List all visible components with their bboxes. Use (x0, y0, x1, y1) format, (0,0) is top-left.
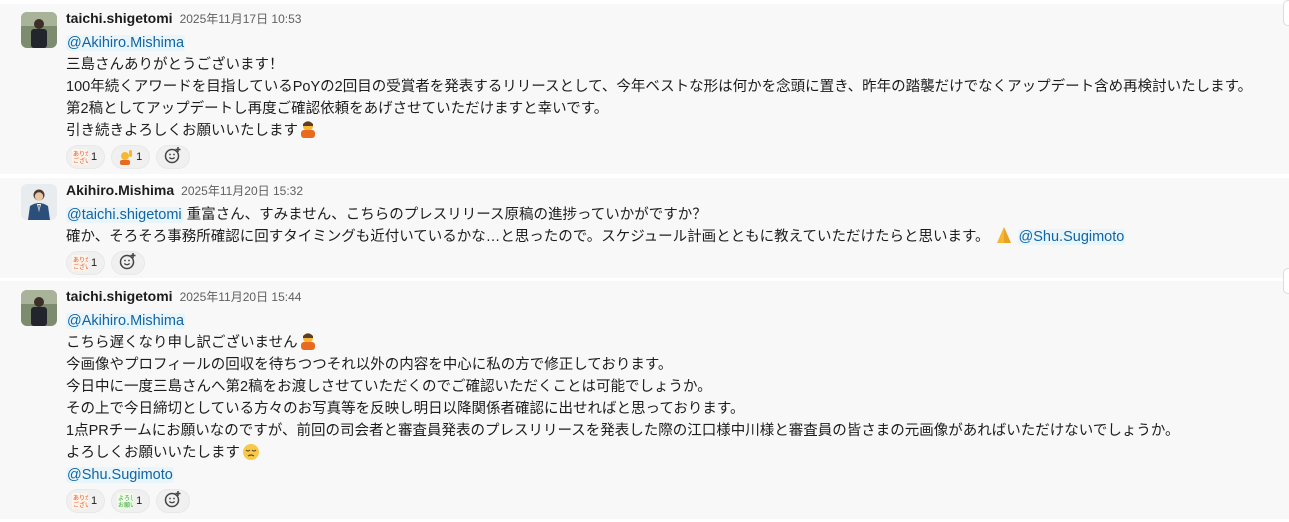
avatar[interactable] (21, 12, 57, 48)
user-mention[interactable]: @Shu.Sugimoto (66, 467, 174, 483)
reaction-count: 1 (136, 151, 143, 163)
add-emoji-icon (164, 490, 182, 512)
message[interactable]: Akihiro.Mishima 2025年11月20日 15:32 @taich… (0, 178, 1289, 278)
reaction-pill[interactable]: ありがとございま 1 (66, 251, 106, 275)
message-text: 三島さんありがとうございます！ (66, 57, 284, 73)
folded-hands-icon (994, 226, 1014, 244)
message-text: 重富さん、すみません、こちらのプレスリリース原稿の進捗っていかがですか？ (182, 207, 707, 223)
arigatou-gozaimasu-stamp-icon: ありがとございま (72, 149, 88, 165)
reaction-pill[interactable]: よろしお願い 1 (111, 489, 151, 513)
svg-text:ありがと: ありがと (73, 150, 88, 158)
message-text: 今画像やプロフィールの回収を待ちつつそれ以外の内容を中心に私の方で修正しておりま… (66, 357, 673, 373)
svg-text:お願い: お願い (118, 502, 133, 509)
reaction-count: 1 (91, 495, 98, 507)
arigatou-gozaimasu-stamp-icon: ありがとございま (72, 493, 88, 509)
reaction-count: 1 (136, 495, 143, 507)
reaction-pill[interactable]: ありがとございま 1 (66, 145, 106, 169)
message-text: 確か、そろそろ事務所確認に回すタイミングも近付いているかな…と思ったので。スケジ… (66, 229, 990, 245)
message-text: 今日中に一度三島さんへ第2稿をお渡しさせていただくのでご確認いただくことは可能で… (66, 379, 712, 395)
svg-text:ございま: ございま (73, 501, 88, 509)
svg-text:ありがと: ありがと (73, 256, 88, 264)
message-text: 第2稿としてアップデートし再度ご確認依頼をあげさせていただけますと幸いです。 (66, 101, 609, 117)
message[interactable]: taichi.shigetomi 2025年11月20日 15:44 @Akih… (0, 268, 1289, 519)
avatar[interactable] (21, 290, 57, 326)
avatar[interactable] (21, 184, 57, 220)
user-mention[interactable]: @Akihiro.Mishima (66, 35, 186, 51)
scroll-handle[interactable] (1283, 268, 1289, 294)
person-bowing-icon (298, 120, 318, 138)
message-text: こちら遅くなり申し訳ございません (66, 335, 298, 351)
message-text: 引き続きよろしくお願いいたします (66, 123, 298, 139)
svg-text:ありがと: ありがと (73, 494, 88, 502)
person-raising-hand-icon (117, 149, 133, 165)
svg-text:ございま: ございま (73, 263, 88, 271)
user-mention[interactable]: @taichi.shigetomi (66, 207, 183, 223)
add-reaction-button[interactable] (156, 489, 191, 513)
user-mention[interactable]: @Shu.Sugimoto (1017, 229, 1126, 245)
message-feed: taichi.shigetomi 2025年11月17日 10:53 @Akih… (0, 0, 1289, 522)
message-text: 1点PRチームにお願いなのですが、前回の司会者と審査員発表のプレスリリースを発表… (66, 423, 1180, 439)
timestamp[interactable]: 2025年11月20日 15:32 (181, 182, 303, 199)
yoroshiku-onegaishimasu-stamp-icon: よろしお願い (117, 493, 134, 509)
timestamp[interactable]: 2025年11月17日 10:53 (180, 10, 302, 27)
message-text: その上で今日締切としている方々のお写真等を反映し明日以降関係者確認に出せればと思… (66, 401, 745, 417)
person-bowing-icon (298, 332, 318, 350)
svg-text:よろし: よろし (118, 495, 133, 502)
timestamp[interactable]: 2025年11月20日 15:44 (180, 288, 302, 305)
pleading-face-icon (240, 442, 262, 460)
message[interactable]: taichi.shigetomi 2025年11月17日 10:53 @Akih… (0, 0, 1289, 174)
reaction-count: 1 (91, 151, 98, 163)
add-reaction-button[interactable] (111, 251, 146, 275)
author-name[interactable]: taichi.shigetomi (66, 288, 173, 304)
scroll-handle[interactable] (1283, 0, 1289, 26)
add-emoji-icon (164, 146, 182, 168)
svg-text:ございま: ございま (73, 157, 88, 165)
reaction-pill[interactable]: ありがとございま 1 (66, 489, 106, 513)
user-mention[interactable]: @Akihiro.Mishima (66, 313, 186, 329)
author-name[interactable]: taichi.shigetomi (66, 10, 173, 26)
arigatou-gozaimasu-stamp-icon: ありがとございま (72, 255, 88, 271)
reaction-pill[interactable]: 1 (111, 145, 151, 169)
add-emoji-icon (119, 252, 137, 274)
add-reaction-button[interactable] (156, 145, 191, 169)
message-text: 100年続くアワードを目指しているPoYの2回目の受賞者を発表するリリースとして… (66, 79, 1253, 95)
message-text: よろしくお願いいたします (66, 445, 240, 461)
reaction-count: 1 (91, 257, 98, 269)
author-name[interactable]: Akihiro.Mishima (66, 182, 174, 198)
